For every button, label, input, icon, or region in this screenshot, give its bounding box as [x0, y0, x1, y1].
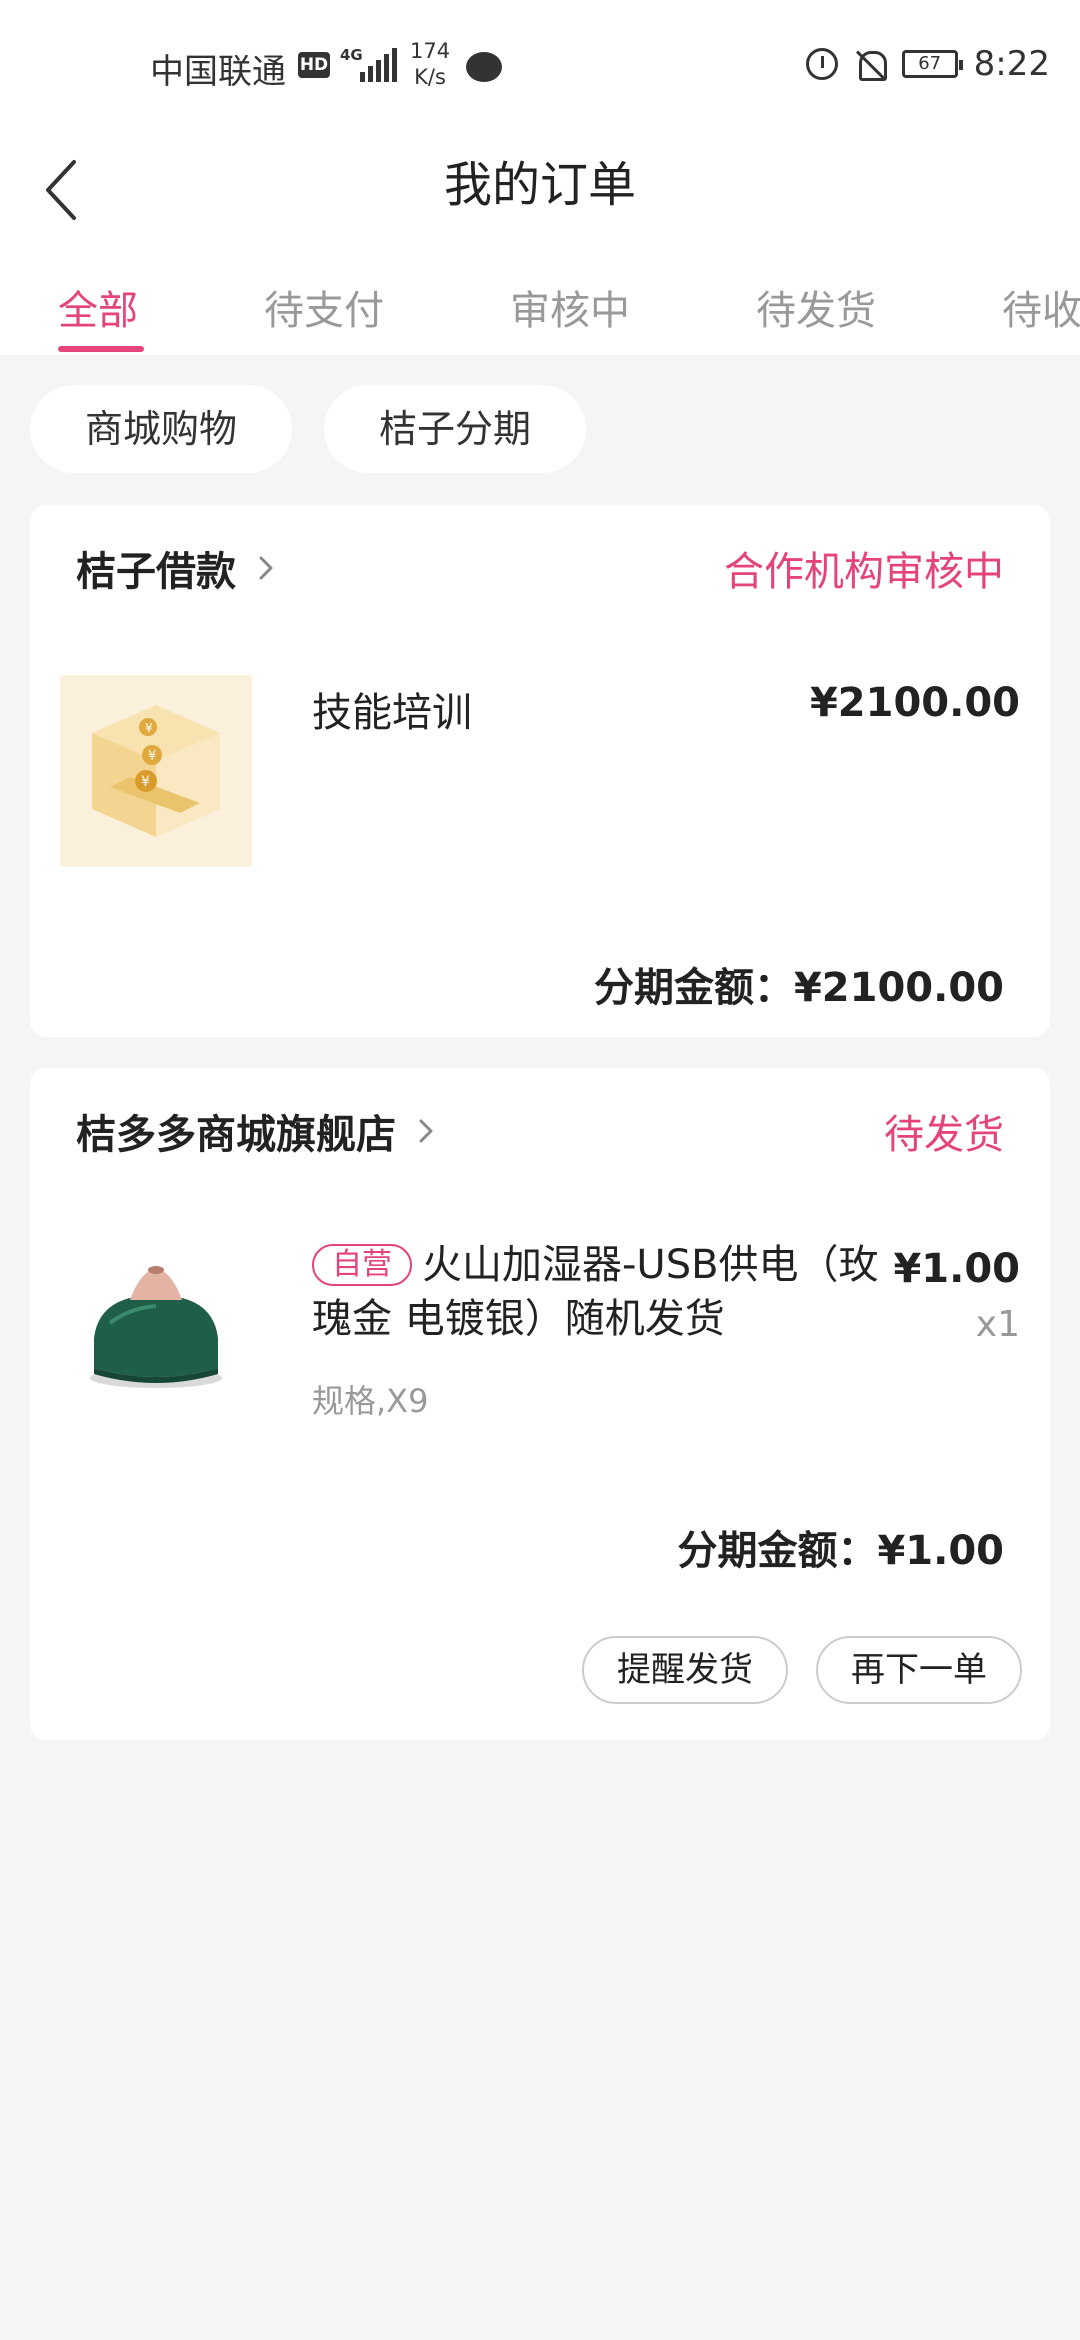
order-tabs: 全部 待支付 审核中 待发货 待收 [0, 250, 1080, 355]
store-link[interactable]: 桔子借款 [76, 539, 276, 597]
product-price: ¥2100.00 [809, 680, 1020, 726]
page-title: 我的订单 [443, 157, 636, 213]
battery-icon: 67 [901, 50, 963, 78]
product-thumbnail[interactable]: ¥ ¥ ¥ [60, 675, 252, 867]
product-quantity: x1 [975, 1304, 1020, 1345]
reorder-button[interactable]: 再下一单 [816, 1636, 1022, 1704]
hd-icon: HD [298, 52, 330, 78]
message-icon [466, 52, 502, 82]
remind-shipment-button[interactable]: 提醒发货 [582, 1636, 788, 1704]
order-card[interactable]: 桔子借款 合作机构审核中 ¥ ¥ ¥ 技能培训 ¥2100.00 分期金额：¥2… [30, 505, 1050, 1037]
installment-total: 分期金额：¥1.00 [677, 1528, 1004, 1574]
tab-pending-payment[interactable]: 待支付 [264, 278, 384, 336]
filter-mall-shopping[interactable]: 商城购物 [30, 385, 292, 473]
coin-box-image: ¥ ¥ ¥ [60, 675, 252, 867]
product-title: 技能培训 [312, 690, 472, 736]
clock: 8:22 [973, 44, 1050, 84]
filter-row: 商城购物 桔子分期 [30, 385, 586, 473]
tab-under-review[interactable]: 审核中 [510, 278, 630, 336]
svg-text:¥: ¥ [141, 774, 150, 790]
network-speed-value: 174 [410, 39, 451, 63]
signal-icon [360, 48, 397, 82]
order-status: 合作机构审核中 [724, 549, 1004, 595]
carrier-name: 中国联通 [150, 52, 286, 92]
self-operated-badge: 自营 [312, 1244, 412, 1286]
svg-text:¥: ¥ [148, 749, 156, 764]
product-price: ¥1.00 [893, 1246, 1020, 1292]
tab-active-indicator [58, 346, 144, 352]
order-status: 待发货 [884, 1112, 1004, 1158]
chevron-right-icon [419, 1119, 433, 1143]
store-name: 桔子借款 [76, 549, 236, 595]
installment-total: 分期金额：¥2100.00 [593, 965, 1004, 1011]
product-thumbnail[interactable] [60, 1228, 252, 1420]
chevron-right-icon [259, 556, 273, 580]
tab-pending-shipment[interactable]: 待发货 [756, 278, 876, 336]
filter-juzi-installment[interactable]: 桔子分期 [324, 385, 586, 473]
product-title-wrap: 自营 火山加湿器-USB供电（玫瑰金 电镀银）随机发货 [312, 1238, 892, 1346]
network-speed-unit: K/s [414, 65, 446, 89]
store-name: 桔多多商城旗舰店 [76, 1112, 396, 1158]
nav-header: 我的订单 [0, 130, 1080, 250]
mute-icon [854, 48, 887, 81]
tab-pending-receipt[interactable]: 待收 [1002, 278, 1080, 336]
humidifier-image [60, 1228, 252, 1420]
store-link[interactable]: 桔多多商城旗舰店 [76, 1102, 436, 1160]
tab-all[interactable]: 全部 [58, 278, 138, 336]
network-speed: 174 K/s [410, 38, 450, 90]
svg-text:¥: ¥ [145, 721, 153, 735]
status-bar: 中国联通 HD 4G 174 K/s 67 8:22 [0, 0, 1080, 130]
order-card[interactable]: 桔多多商城旗舰店 待发货 自营 火山加湿器-USB供电（玫瑰金 电镀银）随机发货 … [30, 1068, 1050, 1740]
alarm-icon [805, 48, 838, 80]
product-spec: 规格,X9 [312, 1382, 429, 1420]
